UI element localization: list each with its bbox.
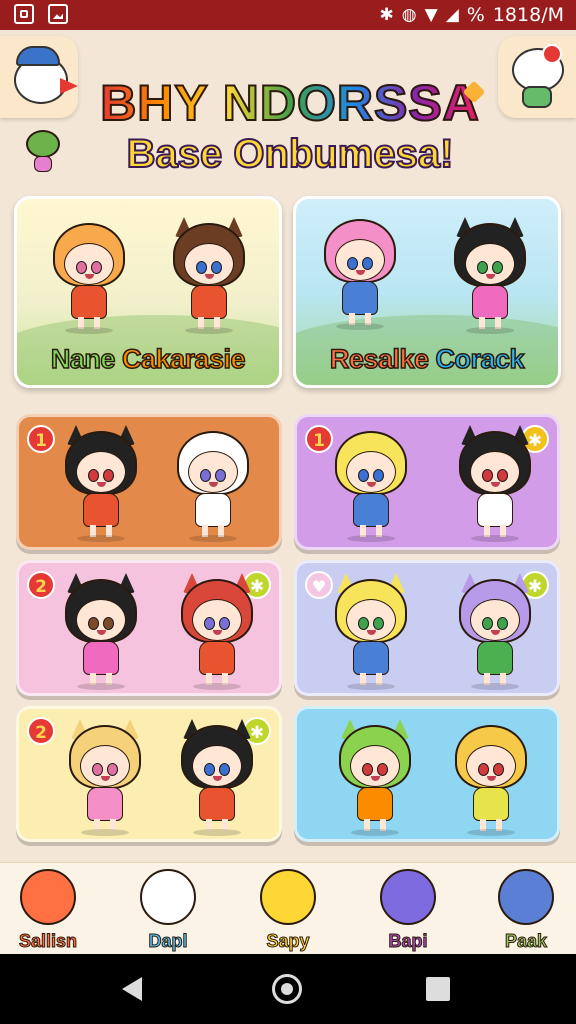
wifi-icon: ▼ <box>424 5 438 25</box>
system-navigation-bar <box>0 954 576 1024</box>
character-pair-card[interactable] <box>294 706 560 842</box>
label-part-1: Nane <box>50 343 122 375</box>
character-avatar <box>318 219 402 330</box>
page-subtitle: Base Onbumesa! <box>126 131 455 177</box>
character-avatar <box>47 223 131 334</box>
app-header: BHY NDORSSA Base Onbumesa! <box>0 30 576 190</box>
character-avatar <box>59 573 143 690</box>
feature-card-resalke-corack[interactable]: Resalke Corack <box>293 196 561 388</box>
character-avatar <box>171 431 255 542</box>
character-pair-card[interactable]: ♥ ✱ <box>294 560 560 696</box>
character-avatar <box>329 573 413 690</box>
rank-badge: 2 <box>27 717 55 745</box>
nav-item-paak[interactable]: Paak <box>486 863 566 955</box>
character-avatar <box>329 431 413 542</box>
girl-character-icon <box>498 869 554 925</box>
image-icon <box>48 4 68 24</box>
character-avatar <box>63 719 147 836</box>
character-pair-card[interactable]: 1 ✱ <box>294 414 560 550</box>
nav-label: Sapy <box>266 931 310 952</box>
character-menu-button[interactable] <box>498 36 576 118</box>
nav-item-bapi[interactable]: Bapi <box>368 863 448 955</box>
label-part-2: Corack <box>435 343 526 375</box>
character-avatar <box>453 573 537 690</box>
nav-label: Paak <box>504 931 548 952</box>
recent-apps-icon[interactable] <box>426 977 450 1001</box>
status-bar: ✱ ◍ ▼ ◢ % 1818/M <box>0 0 576 30</box>
rank-badge: 1 <box>27 425 55 453</box>
signal-icon: ◢ <box>445 5 459 25</box>
nav-label: Sallisn <box>18 931 78 952</box>
character-pair-card[interactable]: 2 ✱ <box>16 706 282 842</box>
character-avatar <box>449 725 533 836</box>
cat-character-icon <box>260 869 316 925</box>
home-icon[interactable] <box>272 974 302 1004</box>
vibrate-icon: ◍ <box>401 5 417 25</box>
blob-character-icon <box>380 869 436 925</box>
character-avatar <box>453 425 537 542</box>
bottom-navigation: Sallisn Dapl Sapy Bapi Paak <box>0 862 576 955</box>
bluetooth-icon: ✱ <box>379 5 394 25</box>
character-avatar <box>333 719 417 836</box>
ghost-character-icon <box>140 869 196 925</box>
label-part-2: Cakarasie <box>121 343 246 375</box>
frog-mascot-icon <box>24 130 62 176</box>
character-avatar <box>175 573 259 690</box>
battery-indicator: % <box>466 4 485 26</box>
feature-card-label: Resalke Corack <box>296 343 558 375</box>
character-pair-card[interactable]: 1 <box>16 414 282 550</box>
horn-icon <box>60 78 78 94</box>
character-avatar <box>448 217 532 334</box>
status-clock: 1818/M <box>492 4 564 26</box>
fox-character-icon <box>20 869 76 925</box>
character-avatar <box>167 217 251 334</box>
screenshot-icon <box>14 4 34 24</box>
nav-item-sallisn[interactable]: Sallisn <box>8 863 88 955</box>
profile-avatar-button[interactable] <box>0 36 78 118</box>
label-part-1: Resalke <box>329 343 436 375</box>
back-icon[interactable] <box>122 977 142 1001</box>
character-avatar <box>59 425 143 542</box>
page-title: BHY NDORSSA <box>99 74 480 132</box>
nav-label: Dapl <box>148 931 188 952</box>
rank-badge: 2 <box>27 571 55 599</box>
character-pair-card[interactable]: 2 ✱ <box>16 560 282 696</box>
nav-label: Bapi <box>388 931 428 952</box>
feature-card-nane-cakarasie[interactable]: Nane Cakarasie <box>14 196 282 388</box>
nav-item-dapl[interactable]: Dapl <box>128 863 208 955</box>
feature-card-label: Nane Cakarasie <box>17 343 279 375</box>
nav-item-sapy[interactable]: Sapy <box>248 863 328 955</box>
character-avatar <box>175 719 259 836</box>
